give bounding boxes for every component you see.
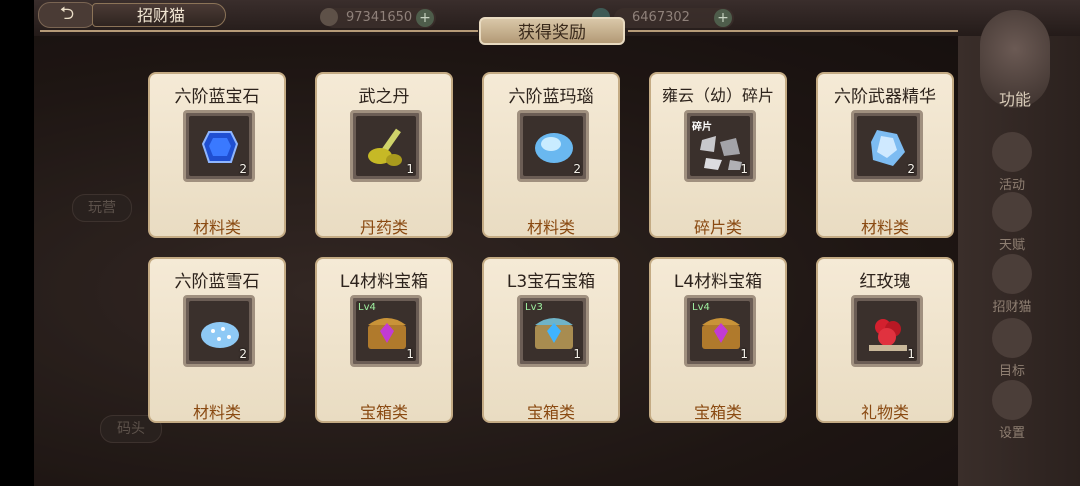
add-coin-button[interactable]: + xyxy=(416,9,434,27)
star-icon xyxy=(992,132,1032,172)
add-gem-button[interactable]: + xyxy=(714,9,732,27)
item-name: L3宝石宝箱 xyxy=(506,272,596,292)
fragment-badge: 碎片 xyxy=(692,122,712,133)
side-item-settings[interactable]: 设置 xyxy=(984,380,1040,441)
item-category: 宝箱类 xyxy=(526,403,575,422)
reward-card[interactable]: L4材料宝箱 Lv4 1 宝箱类 xyxy=(315,257,453,423)
item-frame: 2 xyxy=(183,110,255,182)
item-name: 六阶蓝玛瑙 xyxy=(508,87,594,107)
blue-agate-icon xyxy=(535,133,573,163)
reward-card[interactable]: 六阶蓝雪石 2 材料类 xyxy=(148,257,286,423)
item-name: 六阶蓝宝石 xyxy=(174,87,260,107)
item-frame: Lv4 1 xyxy=(350,295,422,367)
item-quantity: 1 xyxy=(740,347,748,361)
reward-card[interactable]: 六阶蓝宝石 2 材料类 xyxy=(148,72,286,238)
item-quantity: 2 xyxy=(239,347,247,361)
item-category: 丹药类 xyxy=(359,218,408,237)
chest-blue-gem-icon xyxy=(535,318,573,349)
item-category: 材料类 xyxy=(526,218,575,237)
item-category: 宝箱类 xyxy=(693,403,742,422)
blue-sapphire-icon xyxy=(201,131,239,163)
side-item-activity[interactable]: 活动 xyxy=(984,132,1040,193)
item-category: 礼物类 xyxy=(860,403,909,422)
side-item-lucky-cat[interactable]: 招财猫 xyxy=(984,254,1040,315)
item-name: 六阶武器精华 xyxy=(834,87,936,107)
item-category: 材料类 xyxy=(192,218,241,237)
chest-purple-gem-icon xyxy=(368,318,406,349)
reward-card[interactable]: 红玫瑰 1 礼物类 xyxy=(816,257,954,423)
item-quantity: 1 xyxy=(740,162,748,176)
cat-icon xyxy=(992,254,1032,294)
snow-stone-icon xyxy=(201,322,239,348)
item-frame: Lv3 1 xyxy=(517,295,589,367)
gold-pill-sword-icon xyxy=(368,128,402,166)
item-frame: 1 xyxy=(851,295,923,367)
item-quantity: 2 xyxy=(907,162,915,176)
item-frame: 2 xyxy=(183,295,255,367)
reward-card[interactable]: L4材料宝箱 Lv4 1 宝箱类 xyxy=(649,257,787,423)
item-quantity: 1 xyxy=(406,162,414,176)
item-quantity: 2 xyxy=(573,162,581,176)
item-quantity: 1 xyxy=(406,347,414,361)
side-item-talent[interactable]: 天赋 xyxy=(984,192,1040,253)
wings-icon xyxy=(992,192,1032,232)
header-line-left xyxy=(40,30,478,32)
gem-value: 6467302 xyxy=(632,10,690,25)
item-category: 宝箱类 xyxy=(359,403,408,422)
reward-card[interactable]: L3宝石宝箱 Lv3 1 宝箱类 xyxy=(482,257,620,423)
item-quantity: 1 xyxy=(573,347,581,361)
back-button[interactable]: ⮌ xyxy=(38,2,96,28)
item-category: 材料类 xyxy=(192,403,241,422)
item-quantity: 2 xyxy=(239,162,247,176)
reward-card[interactable]: 武之丹 1 丹药类 xyxy=(315,72,453,238)
level-badge: Lv4 xyxy=(358,302,376,313)
item-frame: 2 xyxy=(517,110,589,182)
gear-icon xyxy=(992,380,1032,420)
coin-icon xyxy=(320,8,338,26)
level-badge: Lv4 xyxy=(692,302,710,313)
item-name: 红玫瑰 xyxy=(859,272,911,292)
chest-purple-gem-icon xyxy=(702,318,740,349)
red-rose-icon xyxy=(869,319,907,351)
gem-counter: 6467302 + xyxy=(592,8,734,28)
function-button[interactable]: 功能 xyxy=(980,10,1050,109)
clipboard-icon xyxy=(992,318,1032,358)
reward-panel-title: 获得奖励 xyxy=(479,17,625,45)
side-item-goal[interactable]: 目标 xyxy=(984,318,1040,379)
item-category: 材料类 xyxy=(860,218,909,237)
coin-counter: 97341650 + xyxy=(320,8,436,28)
item-frame: 2 xyxy=(851,110,923,182)
item-frame: 1 xyxy=(350,110,422,182)
page-title: 招财猫 xyxy=(92,3,226,27)
item-name: L4材料宝箱 xyxy=(339,272,429,292)
item-name: 六阶蓝雪石 xyxy=(174,272,260,292)
reward-card[interactable]: 六阶蓝玛瑙 2 材料类 xyxy=(482,72,620,238)
item-category: 碎片类 xyxy=(693,218,742,237)
reward-card[interactable]: 六阶武器精华 2 材料类 xyxy=(816,72,954,238)
level-badge: Lv3 xyxy=(525,302,543,313)
item-name: 武之丹 xyxy=(358,87,410,107)
reward-card[interactable]: 雍云（幼）碎片 碎片 1 碎片类 xyxy=(649,72,787,238)
screen-edge xyxy=(0,0,34,486)
item-frame: 碎片 1 xyxy=(684,110,756,182)
item-quantity: 1 xyxy=(907,347,915,361)
item-name: 雍云（幼）碎片 xyxy=(661,86,774,105)
blue-crystal-icon xyxy=(871,130,905,166)
back-arrow-icon: ⮌ xyxy=(59,3,75,24)
item-frame: Lv4 1 xyxy=(684,295,756,367)
coin-value: 97341650 xyxy=(346,10,413,25)
header-line-right xyxy=(628,30,958,32)
item-name: L4材料宝箱 xyxy=(673,272,763,292)
